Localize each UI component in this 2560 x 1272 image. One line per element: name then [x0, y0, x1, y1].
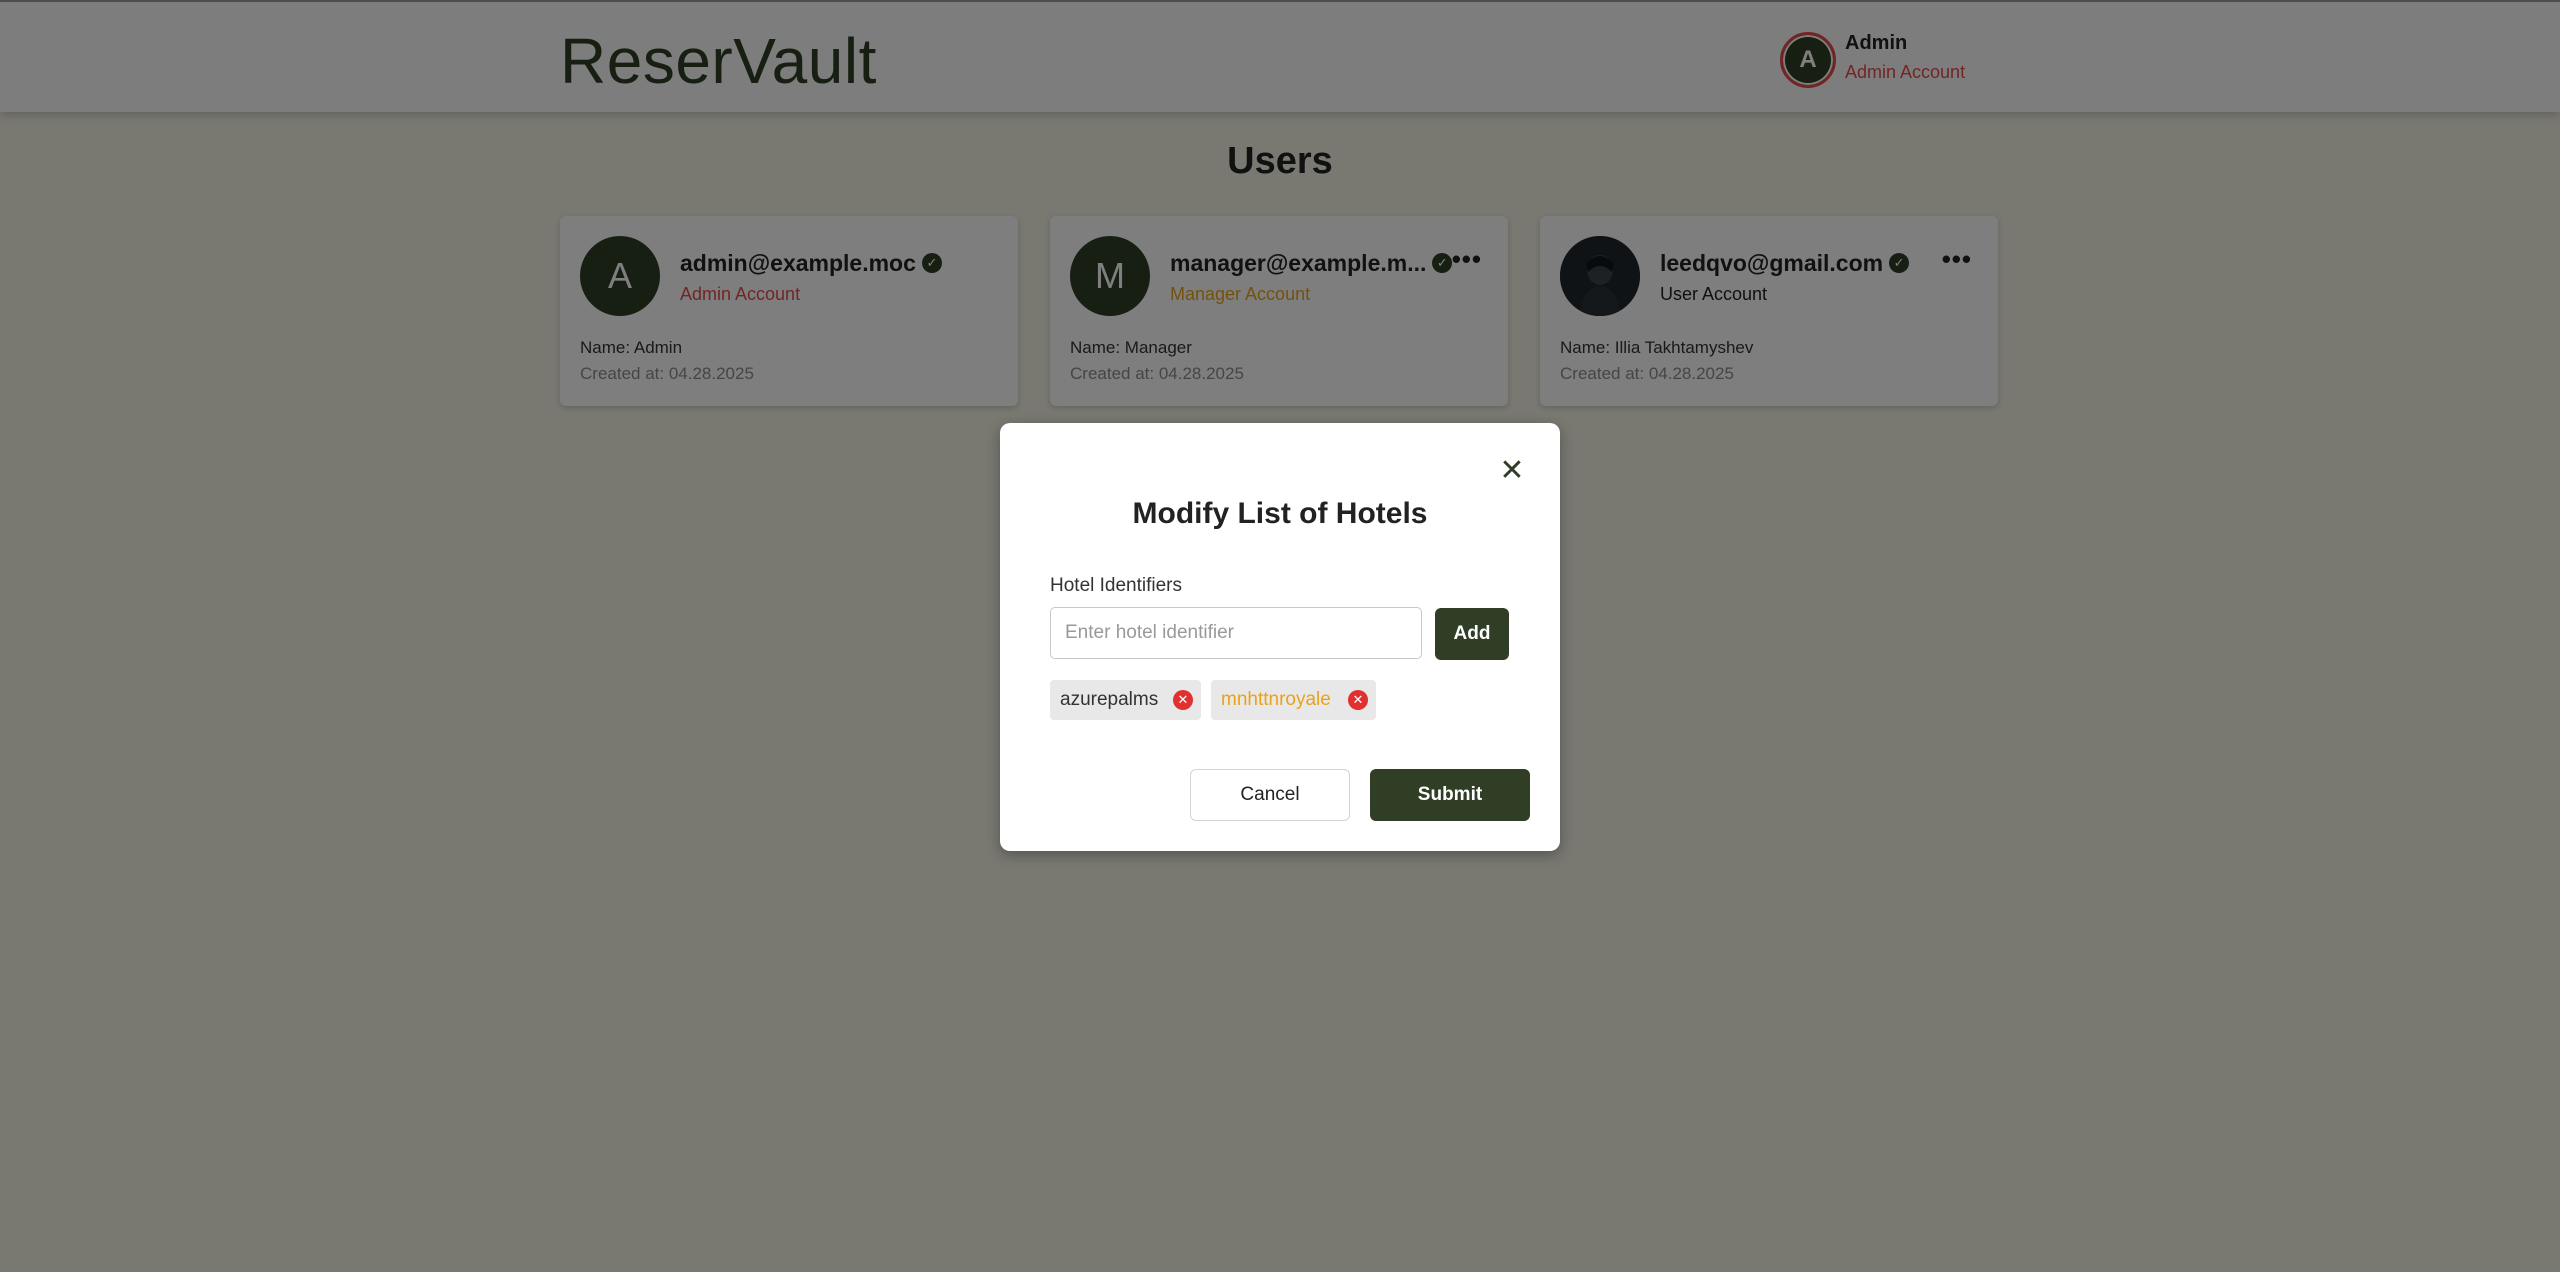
remove-chip-icon[interactable]: ✕: [1173, 690, 1193, 710]
hotel-chip: azurepalms ✕: [1050, 680, 1201, 720]
dialog-title: Modify List of Hotels: [1132, 497, 1428, 530]
remove-chip-icon[interactable]: ✕: [1348, 690, 1368, 710]
hotel-identifiers-label: Hotel Identifiers: [1050, 575, 1183, 596]
close-icon[interactable]: ✕: [1498, 456, 1526, 486]
hotel-identifier-input[interactable]: [1050, 607, 1422, 659]
modify-hotels-dialog: ✕ Modify List of Hotels Hotel Identifier…: [1000, 423, 1560, 851]
add-hotel-button[interactable]: Add: [1435, 608, 1509, 660]
hotel-chip: mnhttnroyale ✕: [1211, 680, 1376, 720]
cancel-button[interactable]: Cancel: [1190, 769, 1350, 821]
hotel-chip-label: mnhttnroyale: [1221, 689, 1331, 710]
submit-button[interactable]: Submit: [1370, 769, 1530, 821]
hotel-chip-label: azurepalms: [1060, 689, 1159, 710]
